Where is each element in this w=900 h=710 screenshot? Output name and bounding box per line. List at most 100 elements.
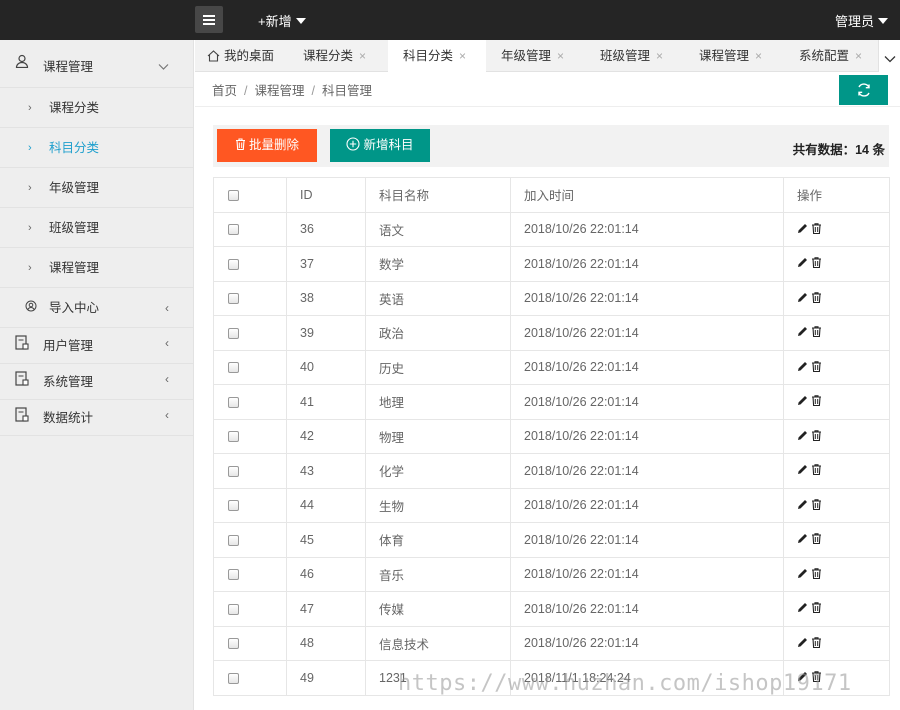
cell-id: 40 <box>286 349 366 385</box>
row-checkbox-cell <box>213 418 287 454</box>
tab-course-category[interactable]: 课程分类 × <box>303 40 366 72</box>
chevron-right-icon: › <box>28 102 32 114</box>
select-all-checkbox[interactable] <box>228 189 239 201</box>
row-checkbox[interactable] <box>228 603 239 615</box>
tab-class-management[interactable]: 班级管理 × <box>600 40 663 72</box>
edit-icon[interactable] <box>797 637 808 651</box>
row-checkbox[interactable] <box>228 465 239 477</box>
close-icon[interactable]: × <box>359 49 366 63</box>
cell-name: 物理 <box>365 418 511 454</box>
close-icon[interactable]: × <box>755 49 762 63</box>
edit-icon[interactable] <box>797 430 808 444</box>
row-checkbox-cell <box>213 384 287 420</box>
table-header-row: ID 科目名称 加入时间 操作 <box>213 177 890 213</box>
trash-icon[interactable] <box>811 567 822 582</box>
sidebar-item-label: 科目分类 <box>49 141 100 155</box>
refresh-button[interactable] <box>839 75 888 105</box>
row-checkbox[interactable] <box>228 534 239 546</box>
cell-id: 49 <box>286 660 366 696</box>
trash-icon[interactable] <box>811 326 822 340</box>
sidebar-item-course-list[interactable]: › 课程管理 <box>0 248 193 288</box>
row-checkbox[interactable] <box>228 293 239 305</box>
edit-icon[interactable] <box>797 671 808 685</box>
new-menu-button[interactable]: +新增 <box>258 11 306 30</box>
row-checkbox-cell <box>213 487 287 523</box>
cell-actions <box>783 211 890 247</box>
sidebar-item-course-management[interactable]: 课程管理 <box>0 40 193 88</box>
edit-icon[interactable] <box>797 602 808 616</box>
row-checkbox[interactable] <box>228 500 239 512</box>
close-icon[interactable]: × <box>557 49 564 63</box>
sidebar-item-course-category[interactable]: › 课程分类 <box>0 88 193 128</box>
tab-grade-management[interactable]: 年级管理 × <box>501 40 564 72</box>
sidebar-item-subject-category[interactable]: › 科目分类 <box>0 128 193 168</box>
row-checkbox[interactable] <box>228 431 239 443</box>
tab-label: 班级管理 <box>600 49 651 63</box>
row-checkbox[interactable] <box>228 362 239 374</box>
cell-name: 地理 <box>365 384 511 420</box>
edit-icon[interactable] <box>797 499 808 513</box>
sidebar-item-grade-management[interactable]: › 年级管理 <box>0 168 193 208</box>
trash-icon[interactable] <box>811 360 822 375</box>
row-checkbox[interactable] <box>228 327 239 339</box>
new-menu-label: +新增 <box>258 14 292 29</box>
sidebar-item-system-management[interactable]: 系统管理 ‹ <box>0 364 193 400</box>
edit-icon[interactable] <box>797 257 808 271</box>
trash-icon[interactable] <box>811 671 822 685</box>
table-body: 36 语文 2018/10/26 22:01:14 37 数学 2018/10/26 22… <box>213 211 890 696</box>
row-checkbox[interactable] <box>228 396 239 408</box>
close-icon[interactable]: × <box>459 49 466 63</box>
close-icon[interactable]: × <box>855 49 862 63</box>
trash-icon[interactable] <box>811 636 822 651</box>
trash-icon[interactable] <box>811 257 822 271</box>
list-icon[interactable] <box>195 6 223 33</box>
breadcrumb-home[interactable]: 首页 <box>212 84 237 98</box>
edit-icon[interactable] <box>797 464 808 478</box>
edit-icon[interactable] <box>797 533 808 547</box>
refresh-icon <box>856 82 872 101</box>
tab-my-desktop[interactable]: 我的桌面 <box>207 40 274 72</box>
cell-time: 2018/10/26 22:01:14 <box>510 453 784 489</box>
batch-delete-button[interactable]: 批量删除 <box>217 129 317 162</box>
tab-label: 我的桌面 <box>224 49 275 63</box>
row-checkbox[interactable] <box>228 638 239 650</box>
trash-icon[interactable] <box>811 429 822 444</box>
edit-icon[interactable] <box>797 395 808 409</box>
tab-subject-category[interactable]: 科目分类 × <box>388 40 486 72</box>
document-icon <box>15 400 29 436</box>
sidebar-item-statistics[interactable]: 数据统计 ‹ <box>0 400 193 436</box>
cell-actions <box>783 280 890 316</box>
trash-icon[interactable] <box>811 533 822 547</box>
edit-icon[interactable] <box>797 361 808 375</box>
edit-icon[interactable] <box>797 223 808 237</box>
cell-name: 生物 <box>365 487 511 523</box>
trash-icon[interactable] <box>811 498 822 513</box>
add-subject-button[interactable]: 新增科目 <box>330 129 430 162</box>
cell-id: 36 <box>286 211 366 247</box>
sidebar-item-user-management[interactable]: 用户管理 ‹ <box>0 328 193 364</box>
row-checkbox[interactable] <box>228 258 239 270</box>
breadcrumb-parent[interactable]: 课程管理 <box>255 84 305 98</box>
trash-icon[interactable] <box>811 602 822 616</box>
trash-icon[interactable] <box>811 222 822 237</box>
trash-icon[interactable] <box>811 395 822 409</box>
cell-actions <box>783 349 890 385</box>
sidebar-item-import-center[interactable]: 导入中心 ‹ <box>0 288 193 328</box>
edit-icon[interactable] <box>797 326 808 340</box>
tab-course-management[interactable]: 课程管理 × <box>699 40 762 72</box>
admin-menu-button[interactable]: 管理员 <box>835 11 888 30</box>
tab-more-button[interactable] <box>878 40 900 72</box>
row-checkbox[interactable] <box>228 224 239 236</box>
trash-icon[interactable] <box>811 464 822 478</box>
tab-label: 系统配置 <box>799 49 850 63</box>
row-checkbox[interactable] <box>228 569 239 581</box>
close-icon[interactable]: × <box>656 49 663 63</box>
edit-icon[interactable] <box>797 292 808 306</box>
trash-icon[interactable] <box>811 291 822 306</box>
row-checkbox-cell <box>213 246 287 282</box>
row-checkbox[interactable] <box>228 672 239 684</box>
edit-icon[interactable] <box>797 568 808 582</box>
sidebar-item-class-management[interactable]: › 班级管理 <box>0 208 193 248</box>
tab-system-config[interactable]: 系统配置 × <box>799 40 862 72</box>
table-row: 47 传媒 2018/10/26 22:01:14 <box>213 591 890 627</box>
